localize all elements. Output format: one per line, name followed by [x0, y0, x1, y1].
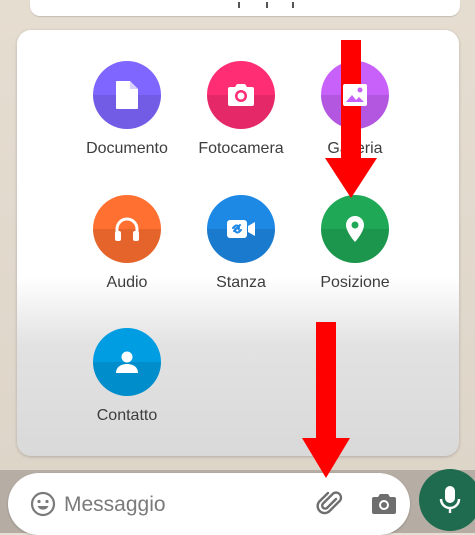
attach-option-document[interactable]: Documento [67, 61, 187, 158]
attach-option-label: Audio [106, 274, 148, 291]
attach-option-camera[interactable]: Fotocamera [181, 61, 301, 158]
attach-option-label: Fotocamera [198, 140, 284, 157]
attach-option-location[interactable]: Posizione [295, 195, 415, 292]
attach-option-room[interactable]: Stanza [181, 195, 301, 292]
message-input[interactable]: Messaggio [64, 493, 166, 517]
person-icon [93, 328, 161, 396]
paperclip-icon[interactable] [316, 489, 346, 519]
document-icon [93, 61, 161, 129]
message-bubble [30, 0, 460, 16]
attach-option-label: Posizione [320, 274, 390, 291]
microphone-button[interactable] [419, 469, 475, 531]
attach-option-audio[interactable]: Audio [67, 195, 187, 292]
bubble-text-fragment [238, 2, 298, 8]
attach-option-label: Documento [86, 140, 168, 157]
message-composer[interactable]: Messaggio [8, 473, 410, 535]
attach-option-label: Contatto [96, 407, 158, 424]
video-link-icon [207, 195, 275, 263]
camera-icon[interactable] [370, 491, 398, 517]
annotation-arrow-down [302, 322, 350, 478]
emoji-icon[interactable] [30, 491, 56, 517]
attachment-sheet: Documento Fotocamera Galleria Audio Stan… [17, 30, 459, 456]
camera-icon [207, 61, 275, 129]
headphones-icon [93, 195, 161, 263]
attach-option-label: Stanza [216, 274, 266, 291]
attach-option-contact[interactable]: Contatto [67, 328, 187, 425]
microphone-icon [439, 486, 461, 513]
location-pin-icon [321, 195, 389, 263]
annotation-arrow-down [325, 40, 377, 198]
